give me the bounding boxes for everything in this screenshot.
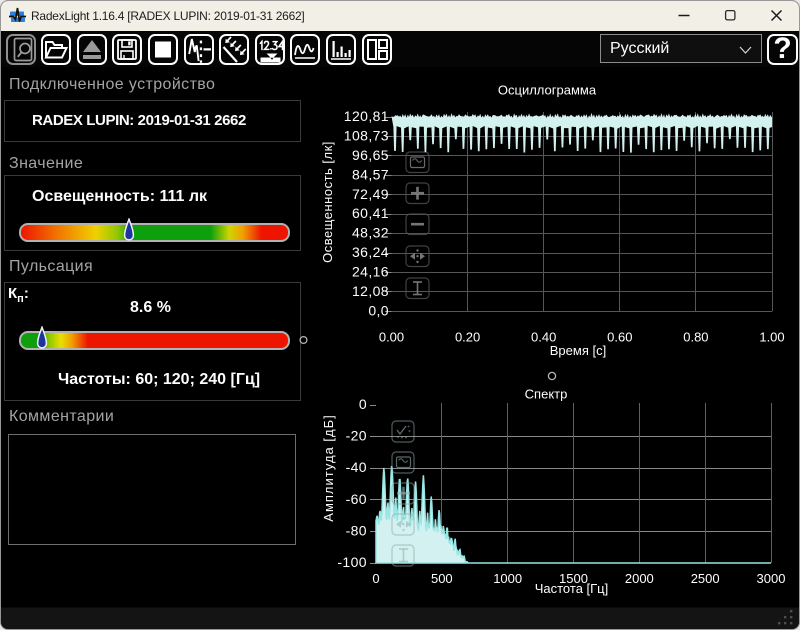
svg-text:Спектр: Спектр [525, 387, 568, 402]
svg-text:0.20: 0.20 [455, 330, 480, 345]
svg-text:Амплитуда [дБ]: Амплитуда [дБ] [321, 414, 336, 521]
svg-text:0.60: 0.60 [607, 330, 632, 345]
svg-text:500: 500 [431, 571, 453, 586]
svg-text:108,73: 108,73 [344, 128, 389, 144]
svg-text:-20: -20 [346, 428, 367, 444]
svg-text:1000: 1000 [493, 571, 522, 586]
svg-text:-100: -100 [337, 554, 367, 570]
svg-text:-40: -40 [346, 459, 367, 475]
svg-text:2000: 2000 [625, 571, 654, 586]
svg-text:0,0: 0,0 [368, 302, 389, 318]
svg-text:96,65: 96,65 [352, 147, 389, 163]
svg-text:48,32: 48,32 [352, 225, 389, 241]
svg-text:36,24: 36,24 [352, 244, 389, 260]
svg-text:1.00: 1.00 [759, 330, 784, 345]
svg-text:Частота [Гц]: Частота [Гц] [535, 581, 609, 596]
svg-text:24,16: 24,16 [352, 263, 389, 279]
svg-text:72,49: 72,49 [352, 186, 389, 202]
svg-text:Время [с]: Время [с] [550, 343, 606, 358]
svg-text:2500: 2500 [691, 571, 720, 586]
svg-text:120,81: 120,81 [344, 108, 389, 124]
svg-text:60,41: 60,41 [352, 205, 389, 221]
svg-text:Освещенность [лк]: Освещенность [лк] [320, 141, 335, 263]
svg-text:0: 0 [372, 571, 379, 586]
svg-text:0: 0 [359, 396, 367, 412]
svg-text:0.80: 0.80 [683, 330, 708, 345]
svg-text:-60: -60 [346, 491, 367, 507]
svg-text:84,57: 84,57 [352, 166, 389, 182]
svg-text:Осциллограмма: Осциллограмма [498, 83, 597, 98]
svg-text:0.00: 0.00 [379, 330, 404, 345]
svg-text:3000: 3000 [757, 571, 786, 586]
svg-text:12,08: 12,08 [352, 283, 389, 299]
svg-text:-80: -80 [346, 522, 367, 538]
